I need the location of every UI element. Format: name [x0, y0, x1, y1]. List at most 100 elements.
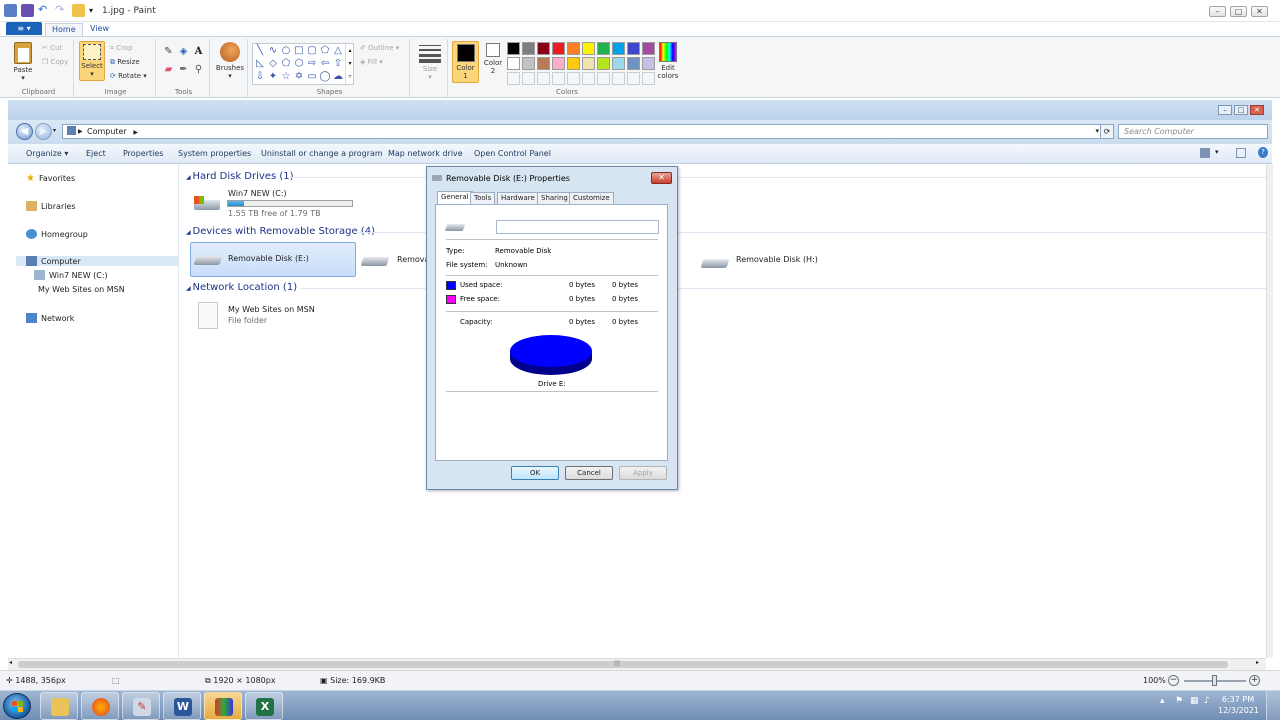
change-view-icon[interactable]	[1200, 148, 1210, 158]
palette-color-swatch[interactable]	[597, 57, 610, 70]
shapes-gallery[interactable]: ╲ ∿ ○ □ ▢ ⬠ △ ◺ ◇ ⬠ ⬡ ⇨ ⇦ ⇧ ⇩ ✦ ☆ ✡ ▭ ◯ …	[252, 43, 354, 85]
callout-shape-icon[interactable]: ▭	[306, 71, 318, 83]
uninstall-program-button[interactable]: Uninstall or change a program	[261, 149, 383, 158]
action-center-icon[interactable]: ⚑	[1175, 696, 1183, 706]
palette-color-swatch[interactable]	[627, 42, 640, 55]
zoom-slider-thumb[interactable]	[1212, 675, 1217, 686]
color-picker-icon[interactable]: ✒	[177, 63, 190, 76]
nav-network[interactable]: Network	[26, 313, 74, 323]
custom-color-slot[interactable]	[612, 72, 625, 85]
clock[interactable]: 6:37 PM 12/3/2021	[1218, 694, 1259, 716]
breadcrumb[interactable]: Computer	[87, 127, 127, 136]
palette-color-swatch[interactable]	[582, 42, 595, 55]
minimize-button[interactable]: –	[1209, 6, 1226, 17]
custom-color-slot[interactable]	[627, 72, 640, 85]
nav-homegroup[interactable]: Homegroup	[26, 229, 88, 239]
palette-color-swatch[interactable]	[507, 42, 520, 55]
hdd-group-header[interactable]: ◢ Hard Disk Drives (1)	[186, 171, 294, 182]
custom-color-slot[interactable]	[522, 72, 535, 85]
rectangle-shape-icon[interactable]: □	[293, 45, 305, 57]
horizontal-scrollbar[interactable]: ◂ ||| ▸	[8, 658, 1266, 670]
explorer-minimize-icon[interactable]: –	[1218, 105, 1232, 115]
oval-shape-icon[interactable]: ○	[280, 45, 292, 57]
drive-f-tile[interactable]: Remova	[360, 254, 430, 274]
palette-color-swatch[interactable]	[627, 57, 640, 70]
qat-dropdown-icon[interactable]: ▾	[89, 4, 102, 17]
drive-c-tile[interactable]: Win7 NEW (C:) 1.55 TB free of 1.79 TB	[192, 188, 372, 218]
palette-color-swatch[interactable]	[567, 57, 580, 70]
refresh-icon[interactable]: ⟳	[1100, 124, 1114, 139]
diamond-shape-icon[interactable]: ◇	[267, 58, 279, 70]
nav-libraries[interactable]: Libraries	[26, 201, 76, 211]
palette-color-swatch[interactable]	[522, 42, 535, 55]
rounded-rectangle-shape-icon[interactable]: ▢	[306, 45, 318, 57]
pentagon-shape-icon[interactable]: ⬠	[280, 58, 292, 70]
palette-color-swatch[interactable]	[552, 57, 565, 70]
brushes-button[interactable]: Brushes ▾	[214, 42, 246, 80]
dialog-tab-customize[interactable]: Customize	[569, 192, 614, 204]
tray-expand-icon[interactable]: ▴	[1160, 696, 1165, 706]
start-button[interactable]	[3, 693, 31, 719]
palette-color-swatch[interactable]	[522, 57, 535, 70]
polygon-shape-icon[interactable]: ⬠	[319, 45, 331, 57]
address-box[interactable]: ▶ Computer ▶ ▾	[62, 124, 1104, 139]
rotate-button[interactable]: ⟳ Rotate ▾	[110, 72, 147, 80]
scroll-left-icon[interactable]: ◂	[9, 659, 12, 666]
outline-button[interactable]: ✐ Outline ▾	[360, 44, 399, 52]
custom-color-slot[interactable]	[582, 72, 595, 85]
copy-button[interactable]: ❐ Copy	[42, 58, 68, 66]
address-dropdown-icon[interactable]: ▾	[1095, 125, 1099, 138]
drive-label-input[interactable]	[496, 220, 659, 234]
zoom-in-icon[interactable]: +	[1249, 675, 1260, 686]
organize-button[interactable]: Organize ▾	[26, 149, 68, 158]
resize-button[interactable]: ⧉ Resize	[110, 58, 140, 67]
custom-color-slot[interactable]	[567, 72, 580, 85]
recent-pages-icon[interactable]: ▾	[53, 127, 56, 134]
taskbar-explorer[interactable]	[40, 692, 78, 720]
color1-button[interactable]: Color 1	[452, 41, 479, 83]
folder-icon[interactable]	[72, 4, 85, 17]
show-desktop-button[interactable]	[1266, 691, 1280, 720]
tab-view[interactable]: View	[84, 23, 115, 36]
undo-icon[interactable]: ↶	[38, 4, 51, 17]
close-button[interactable]: ✕	[1251, 6, 1268, 17]
palette-color-swatch[interactable]	[537, 57, 550, 70]
explorer-close-icon[interactable]: ✕	[1250, 105, 1264, 115]
system-properties-button[interactable]: System properties	[178, 149, 251, 158]
text-tool-icon[interactable]: A	[192, 45, 205, 58]
help-icon[interactable]: ?	[1258, 147, 1268, 158]
nav-win7-drive[interactable]: Win7 NEW (C:)	[34, 270, 108, 280]
open-control-panel-button[interactable]: Open Control Panel	[474, 149, 551, 158]
paste-button[interactable]: Paste ▾	[8, 42, 38, 82]
drive-e-tile[interactable]: Removable Disk (E:)	[190, 242, 356, 277]
up-arrow-shape-icon[interactable]: ⇧	[332, 58, 344, 70]
shapes-scroll-icon[interactable]: ▴ ▾ ▿	[345, 44, 354, 84]
save-icon[interactable]	[21, 4, 34, 17]
paint-app-icon[interactable]	[4, 4, 17, 17]
taskbar-excel[interactable]: X	[245, 692, 283, 720]
dialog-tab-sharing[interactable]: Sharing	[537, 192, 572, 204]
palette-color-swatch[interactable]	[552, 42, 565, 55]
custom-color-slot[interactable]	[597, 72, 610, 85]
removable-group-header[interactable]: ◢ Devices with Removable Storage (4)	[186, 226, 375, 237]
taskbar-firefox[interactable]	[81, 692, 119, 720]
cloud-callout-shape-icon[interactable]: ☁	[332, 71, 344, 83]
down-arrow-shape-icon[interactable]: ⇩	[254, 71, 266, 83]
vertical-scrollbar[interactable]	[1266, 164, 1273, 658]
search-input[interactable]: Search Computer	[1118, 124, 1268, 139]
taskbar-word[interactable]: W	[163, 692, 201, 720]
five-point-star-icon[interactable]: ☆	[280, 71, 292, 83]
tab-home[interactable]: Home	[45, 23, 83, 36]
eraser-icon[interactable]: ▰	[162, 63, 175, 76]
maximize-button[interactable]: □	[1230, 6, 1247, 17]
palette-color-swatch[interactable]	[507, 57, 520, 70]
magnifier-icon[interactable]: ⚲	[192, 63, 205, 76]
dialog-tab-general[interactable]: General	[437, 191, 473, 204]
nav-web-sites[interactable]: My Web Sites on MSN	[34, 284, 125, 294]
ok-button[interactable]: OK	[511, 466, 559, 480]
cut-button[interactable]: ✂ Cut	[42, 44, 62, 52]
dialog-tab-tools[interactable]: Tools	[470, 192, 496, 204]
dialog-close-button[interactable]: ✕	[651, 172, 672, 184]
palette-color-swatch[interactable]	[597, 42, 610, 55]
custom-color-slot[interactable]	[537, 72, 550, 85]
